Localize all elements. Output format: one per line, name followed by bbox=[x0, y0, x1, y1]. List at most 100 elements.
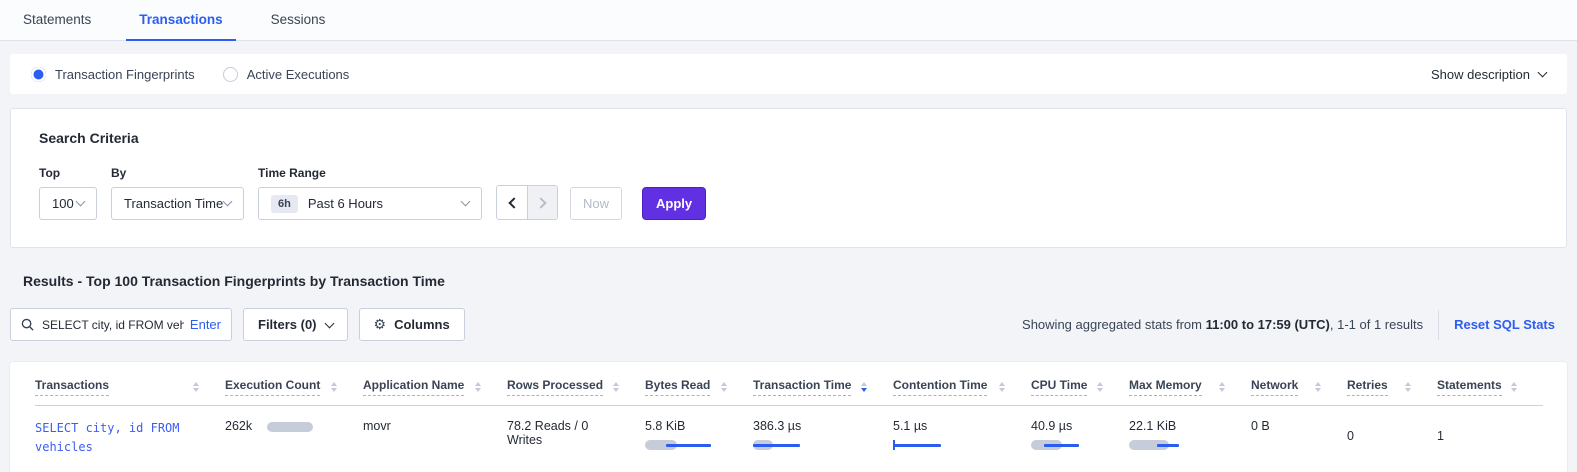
results-heading: Results - Top 100 Transaction Fingerprin… bbox=[23, 273, 1577, 289]
top-label: Top bbox=[39, 166, 97, 180]
bytes-read-value: 5.8 KiB bbox=[645, 419, 685, 433]
next-time-range-button[interactable] bbox=[527, 186, 557, 219]
time-range-value: Past 6 Hours bbox=[308, 196, 383, 211]
apply-button-label: Apply bbox=[656, 196, 692, 211]
column-header-statements[interactable]: Statements bbox=[1437, 362, 1543, 406]
column-header-max-memory[interactable]: Max Memory bbox=[1129, 362, 1251, 406]
gear-icon: ⚙ bbox=[374, 316, 387, 333]
time-range-pager bbox=[496, 185, 558, 220]
retries-value: 0 bbox=[1347, 429, 1354, 443]
transaction-time-bar-chart bbox=[753, 439, 811, 451]
tab-transactions[interactable]: Transactions bbox=[126, 0, 235, 41]
radio-unselected-icon bbox=[223, 67, 238, 82]
bytes-read-bar-chart bbox=[645, 439, 703, 451]
top-select[interactable]: 100 bbox=[39, 187, 97, 220]
transactions-table: Transactions Execution Count Application… bbox=[35, 362, 1543, 472]
columns-button-label: Columns bbox=[394, 317, 450, 332]
search-criteria-panel: Search Criteria Top 100 By Transaction T… bbox=[10, 108, 1567, 248]
statements-value: 1 bbox=[1437, 429, 1444, 443]
now-button-label: Now bbox=[583, 196, 609, 211]
chevron-down-icon bbox=[76, 197, 86, 207]
sort-icon[interactable] bbox=[475, 382, 481, 392]
column-header-network[interactable]: Network bbox=[1251, 362, 1347, 406]
radio-label: Active Executions bbox=[247, 67, 350, 82]
sort-icon[interactable] bbox=[861, 382, 867, 392]
max-memory-bar-chart bbox=[1129, 439, 1187, 451]
filters-button-label: Filters (0) bbox=[258, 317, 317, 332]
view-toggle-bar: Transaction Fingerprints Active Executio… bbox=[10, 54, 1567, 94]
sort-icon[interactable] bbox=[999, 382, 1005, 392]
results-table-panel: Transactions Execution Count Application… bbox=[10, 362, 1567, 472]
results-toolbar: Enter Filters (0) ⚙ Columns Showing aggr… bbox=[10, 308, 1567, 341]
application-name-value: movr bbox=[363, 419, 391, 433]
show-description-toggle[interactable]: Show description bbox=[1431, 67, 1546, 82]
column-header-contention-time[interactable]: Contention Time bbox=[893, 362, 1031, 406]
search-icon bbox=[21, 318, 34, 331]
top-select-value: 100 bbox=[52, 196, 74, 211]
execution-count-bar bbox=[267, 422, 313, 432]
cpu-time-bar-chart bbox=[1031, 439, 1089, 451]
chevron-down-icon bbox=[1538, 67, 1548, 77]
column-header-transaction-time[interactable]: Transaction Time bbox=[753, 362, 893, 406]
contention-time-bar-chart bbox=[893, 439, 951, 451]
time-range-select[interactable]: 6h Past 6 Hours bbox=[258, 187, 482, 220]
by-label: By bbox=[111, 166, 244, 180]
column-header-execution-count[interactable]: Execution Count bbox=[225, 362, 363, 406]
time-range-field: Time Range 6h Past 6 Hours bbox=[258, 166, 482, 220]
search-criteria-title: Search Criteria bbox=[39, 130, 1538, 146]
chevron-down-icon bbox=[324, 319, 334, 329]
time-range-badge: 6h bbox=[271, 195, 298, 213]
rows-processed-value: 78.2 Reads / 0 Writes bbox=[507, 419, 588, 447]
sort-icon[interactable] bbox=[1405, 382, 1411, 392]
search-enter-button[interactable]: Enter bbox=[190, 317, 221, 332]
chevron-right-icon bbox=[535, 197, 546, 208]
search-input[interactable] bbox=[42, 318, 184, 332]
sort-icon[interactable] bbox=[1315, 382, 1321, 392]
radio-selected-icon bbox=[31, 67, 46, 82]
radio-transaction-fingerprints[interactable]: Transaction Fingerprints bbox=[31, 67, 195, 82]
sort-icon[interactable] bbox=[1219, 382, 1225, 392]
column-header-application-name[interactable]: Application Name bbox=[363, 362, 507, 406]
by-select[interactable]: Transaction Time bbox=[111, 187, 244, 220]
top-field: Top 100 bbox=[39, 166, 97, 220]
column-header-rows-processed[interactable]: Rows Processed bbox=[507, 362, 645, 406]
tab-sessions[interactable]: Sessions bbox=[258, 0, 339, 41]
max-memory-value: 22.1 KiB bbox=[1129, 419, 1176, 433]
show-description-label: Show description bbox=[1431, 67, 1530, 82]
now-button[interactable]: Now bbox=[570, 187, 622, 220]
chevron-down-icon bbox=[223, 197, 233, 207]
table-row: SELECT city, id FROM vehicles 262k movr … bbox=[35, 406, 1543, 472]
divider bbox=[1438, 310, 1439, 340]
sort-icon[interactable] bbox=[721, 382, 727, 392]
transaction-fingerprint-link[interactable]: SELECT city, id FROM vehicles bbox=[35, 421, 180, 454]
sort-icon[interactable] bbox=[331, 382, 337, 392]
previous-time-range-button[interactable] bbox=[497, 186, 527, 219]
columns-button[interactable]: ⚙ Columns bbox=[359, 308, 465, 341]
sort-icon[interactable] bbox=[193, 382, 199, 392]
column-header-cpu-time[interactable]: CPU Time bbox=[1031, 362, 1129, 406]
column-header-transactions[interactable]: Transactions bbox=[35, 362, 225, 406]
column-header-retries[interactable]: Retries bbox=[1347, 362, 1437, 406]
network-value: 0 B bbox=[1251, 419, 1270, 433]
time-range-label: Time Range bbox=[258, 166, 482, 180]
chevron-left-icon bbox=[508, 197, 519, 208]
cpu-time-value: 40.9 µs bbox=[1031, 419, 1072, 433]
radio-active-executions[interactable]: Active Executions bbox=[223, 67, 350, 82]
execution-count-value: 262k bbox=[225, 419, 252, 433]
transaction-time-value: 386.3 µs bbox=[753, 419, 801, 433]
radio-label: Transaction Fingerprints bbox=[55, 67, 195, 82]
contention-time-value: 5.1 µs bbox=[893, 419, 927, 433]
by-field: By Transaction Time bbox=[111, 166, 244, 220]
sort-icon[interactable] bbox=[1097, 382, 1103, 392]
reset-sql-stats-link[interactable]: Reset SQL Stats bbox=[1454, 317, 1555, 332]
sort-icon[interactable] bbox=[1511, 382, 1517, 392]
aggregated-stats-note: Showing aggregated stats from 11:00 to 1… bbox=[1022, 317, 1423, 332]
apply-button[interactable]: Apply bbox=[642, 187, 706, 220]
search-box[interactable]: Enter bbox=[10, 308, 232, 341]
by-select-value: Transaction Time bbox=[124, 196, 223, 211]
tab-statements[interactable]: Statements bbox=[10, 0, 104, 41]
chevron-down-icon bbox=[461, 197, 471, 207]
sort-icon[interactable] bbox=[613, 382, 619, 392]
column-header-bytes-read[interactable]: Bytes Read bbox=[645, 362, 753, 406]
filters-button[interactable]: Filters (0) bbox=[243, 308, 348, 341]
